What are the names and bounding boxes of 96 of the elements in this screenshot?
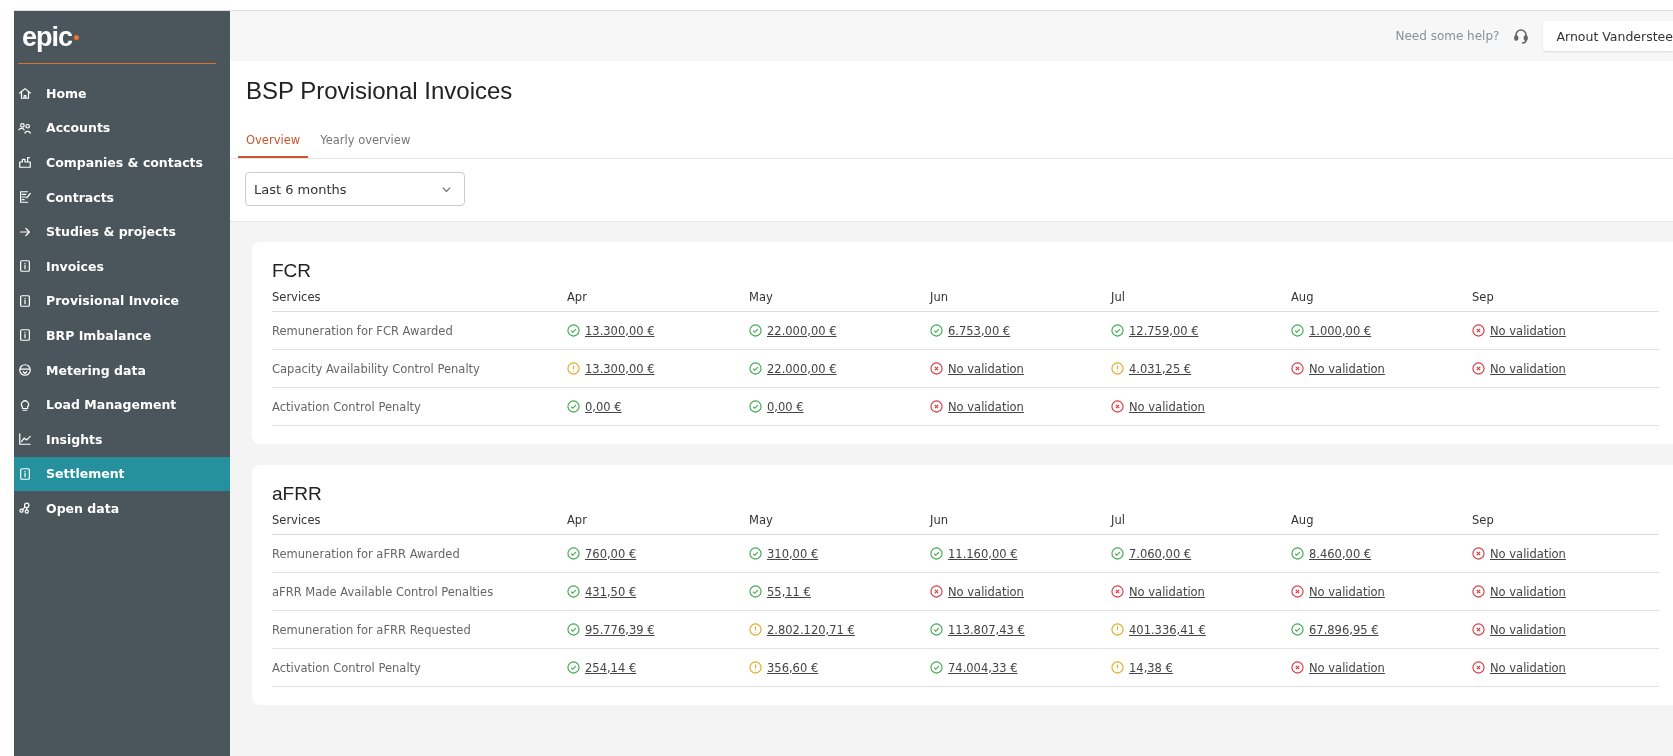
logo: epic <box>22 21 73 53</box>
service-name: Activation Control Penalty <box>272 399 421 414</box>
amount-link[interactable]: No validation <box>1490 546 1566 561</box>
column-header: Aug <box>1291 509 1472 535</box>
amount-link[interactable]: No validation <box>1129 584 1205 599</box>
amount-link[interactable]: 254,14 € <box>585 660 637 675</box>
service-name: Activation Control Penalty <box>272 660 421 675</box>
period-dropdown[interactable]: Last 6 months <box>245 172 465 206</box>
building-icon <box>18 155 32 170</box>
nav-item[interactable]: Metering data <box>14 352 230 388</box>
nav-item[interactable]: Load Management <box>14 387 230 422</box>
column-header: Jun <box>930 286 1111 312</box>
amount-link[interactable]: 0,00 € <box>585 399 622 414</box>
amount-link[interactable]: No validation <box>948 584 1024 599</box>
service-name: Remuneration for FCR Awarded <box>272 323 453 338</box>
meter-icon <box>18 363 32 378</box>
network-icon <box>18 501 32 516</box>
column-header: Jul <box>1111 509 1291 535</box>
nav-item[interactable]: Provisional Invoice <box>14 283 230 319</box>
nav-item[interactable]: Home <box>14 76 230 111</box>
column-header: Apr <box>567 286 749 312</box>
column-header: Sep <box>1472 509 1659 535</box>
lightbulb-icon <box>18 397 32 412</box>
amount-link[interactable]: 22.000,00 € <box>767 361 837 376</box>
nav-item[interactable]: Settlement <box>14 456 230 492</box>
amount-link[interactable]: 356,60 € <box>767 660 819 675</box>
amount-link[interactable]: 74.004,33 € <box>948 660 1018 675</box>
user-menu[interactable]: Arnout Vanderstee <box>1543 21 1673 51</box>
amount-link[interactable]: 310,00 € <box>767 546 819 561</box>
column-header: Jun <box>930 509 1111 535</box>
nav-item[interactable]: BRP Imbalance <box>14 318 230 353</box>
column-header: Aug <box>1291 286 1472 312</box>
amount-link[interactable]: 4.031,25 € <box>1129 361 1192 376</box>
amount-link[interactable]: 431,50 € <box>585 584 637 599</box>
service-name: Remuneration for aFRR Requested <box>272 622 471 637</box>
line-chart-icon <box>18 432 32 447</box>
amount-link[interactable]: No validation <box>1490 660 1566 675</box>
column-header: Services <box>272 509 567 535</box>
home-icon <box>18 86 32 101</box>
column-header: Services <box>272 286 567 312</box>
amount-link[interactable]: 11.160,00 € <box>948 546 1018 561</box>
amount-link[interactable]: No validation <box>948 399 1024 414</box>
tab[interactable]: Yearly overview <box>312 133 419 158</box>
amount-link[interactable]: 13.300,00 € <box>585 323 655 338</box>
amount-link[interactable]: 8.460,00 € <box>1309 546 1372 561</box>
amount-link[interactable]: 22.000,00 € <box>767 323 837 338</box>
amount-link[interactable]: 6.753,00 € <box>948 323 1011 338</box>
amount-link[interactable]: No validation <box>1309 660 1385 675</box>
nav-item[interactable]: Contracts <box>14 179 230 215</box>
amount-link[interactable]: 2.802.120,71 € <box>767 622 855 637</box>
amount-link[interactable]: 55,11 € <box>767 584 811 599</box>
amount-link[interactable]: No validation <box>1490 323 1566 338</box>
tab[interactable]: Overview <box>238 133 309 158</box>
document-icon <box>18 466 32 481</box>
section-title: aFRR <box>272 483 323 505</box>
amount-link[interactable]: 95.776,39 € <box>585 622 655 637</box>
amount-link[interactable]: No validation <box>948 361 1024 376</box>
amount-link[interactable]: 67.896,95 € <box>1309 622 1379 637</box>
service-name: aFRR Made Available Control Penalties <box>272 584 494 599</box>
page-title: BSP Provisional Invoices <box>246 77 514 105</box>
nav-item[interactable]: Studies & projects <box>14 214 230 249</box>
people-icon <box>18 120 32 135</box>
nav-item[interactable]: Invoices <box>14 248 230 284</box>
amount-link[interactable]: No validation <box>1309 361 1385 376</box>
column-header: May <box>749 286 930 312</box>
amount-link[interactable]: No validation <box>1309 584 1385 599</box>
column-header: Jul <box>1111 286 1291 312</box>
nav-item[interactable]: Accounts <box>14 110 230 146</box>
amount-link[interactable]: 12.759,00 € <box>1129 323 1199 338</box>
amount-link[interactable]: 7.060,00 € <box>1129 546 1192 561</box>
contract-icon <box>18 190 32 205</box>
amount-link[interactable]: 113.807,43 € <box>948 622 1025 637</box>
amount-link[interactable]: No validation <box>1129 399 1205 414</box>
service-name: Remuneration for aFRR Awarded <box>272 546 460 561</box>
amount-link[interactable]: 14,38 € <box>1129 660 1173 675</box>
amount-link[interactable]: 1.000,00 € <box>1309 323 1372 338</box>
document-icon <box>18 293 32 308</box>
document-icon <box>18 259 32 274</box>
nav-item[interactable]: Companies & contacts <box>14 145 230 180</box>
amount-link[interactable]: 760,00 € <box>585 546 637 561</box>
column-header: Apr <box>567 509 749 535</box>
column-header: May <box>749 509 930 535</box>
amount-link[interactable]: No validation <box>1490 584 1566 599</box>
amount-link[interactable]: 13.300,00 € <box>585 361 655 376</box>
document-icon <box>18 328 32 343</box>
nav-item[interactable]: Insights <box>14 421 230 457</box>
service-name: Capacity Availability Control Penalty <box>272 361 480 376</box>
headset-icon <box>1513 27 1530 45</box>
amount-link[interactable]: 0,00 € <box>767 399 804 414</box>
logo-dot-icon <box>74 34 80 40</box>
amount-link[interactable]: 401.336,41 € <box>1129 622 1206 637</box>
section-title: FCR <box>272 260 313 282</box>
amount-link[interactable]: No validation <box>1490 361 1566 376</box>
nav-item[interactable]: Open data <box>14 491 230 526</box>
amount-link[interactable]: No validation <box>1490 622 1566 637</box>
column-header: Sep <box>1472 286 1659 312</box>
